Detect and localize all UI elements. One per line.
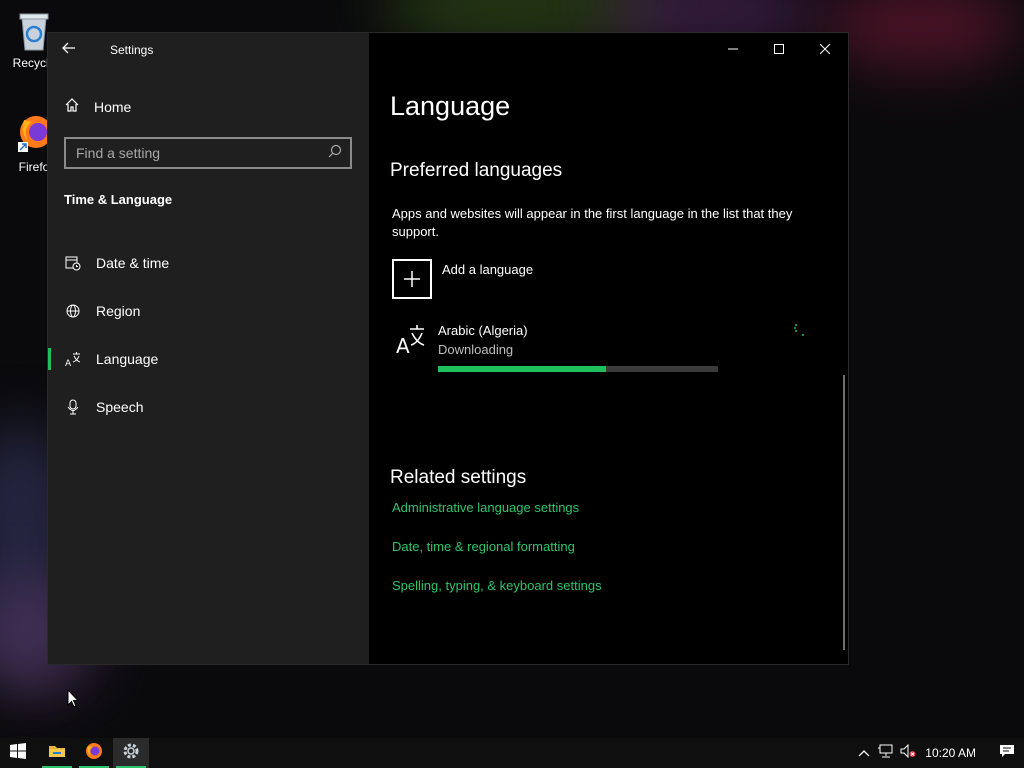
sidebar-item-language[interactable]: A Language [48,335,369,383]
volume-button[interactable] [897,738,919,768]
taskbar-settings[interactable] [113,738,149,768]
main-content: Language Preferred languages Apps and we… [390,33,848,664]
home-label: Home [94,98,132,115]
calendar-clock-icon [65,255,81,271]
language-list-item[interactable]: A Arabic (Algeria) Downloading [392,323,812,377]
system-tray: 10:20 AM [853,738,1024,768]
file-explorer-icon [48,743,66,764]
show-hidden-icons-button[interactable] [853,738,875,768]
preferred-languages-description: Apps and websites will appear in the fir… [392,206,793,239]
svg-text:A: A [65,359,72,367]
start-button[interactable] [0,738,36,768]
section-label: Time & Language [64,192,173,207]
chevron-up-icon [858,744,870,762]
search-icon [328,144,342,163]
link-date-time-regional-formatting[interactable]: Date, time & regional formatting [392,539,575,554]
back-button[interactable] [62,41,82,59]
window-title: Settings [110,43,154,57]
notification-icon [999,744,1015,763]
download-progress-bar [438,366,718,372]
mouse-cursor-icon [67,688,80,709]
scrollbar[interactable] [843,375,845,650]
search-placeholder: Find a setting [76,145,161,161]
search-input[interactable]: Find a setting [64,137,352,169]
link-spelling-typing-keyboard-settings[interactable]: Spelling, typing, & keyboard settings [392,578,602,593]
volume-muted-icon [900,743,916,763]
sidebar-item-label: Speech [96,399,144,415]
sidebar-item-label: Date & time [96,255,170,271]
start-icon [10,742,26,764]
add-language-label: Add a language [442,262,534,277]
taskbar-firefox[interactable] [76,738,112,768]
sidebar-item-label: Language [96,351,159,367]
microphone-icon [65,399,81,415]
add-language-button[interactable]: Add a language [392,259,533,299]
settings-window: Home Find a setting Time & Language Date… [47,32,849,665]
loading-spinner-icon [792,323,808,339]
firefox-icon [85,742,103,765]
language-name: Arabic (Algeria) [438,323,528,338]
link-administrative-language-settings[interactable]: Administrative language settings [392,500,579,515]
preferred-languages-heading: Preferred languages [390,160,563,181]
page-title: Language [390,91,511,121]
network-button[interactable] [875,738,897,768]
taskbar: 10:20 AM [0,738,1024,768]
back-arrow-icon [62,42,76,59]
related-settings-heading: Related settings [390,467,527,488]
plus-icon [392,259,432,299]
taskbar-clock[interactable]: 10:20 AM [919,746,990,760]
sidebar: Home Find a setting Time & Language Date… [48,33,369,664]
language-status: Downloading [438,342,514,357]
settings-icon [122,742,140,765]
taskbar-file-explorer[interactable] [39,738,75,768]
sidebar-item-region[interactable]: Region [48,287,369,335]
language-icon: A [65,351,81,367]
svg-text:A: A [396,334,410,358]
progress-fill [438,366,606,372]
globe-icon [65,303,81,319]
sidebar-item-label: Region [96,303,141,319]
home-icon [64,97,80,116]
sidebar-item-home[interactable]: Home [64,97,131,116]
sidebar-item-speech[interactable]: Speech [48,383,369,431]
sidebar-nav: Date & time Region A Language Speech [48,239,369,431]
network-icon [878,744,894,763]
action-center-button[interactable] [990,738,1024,768]
language-glyph-icon: A [396,323,428,359]
sidebar-item-date-time[interactable]: Date & time [48,239,369,287]
